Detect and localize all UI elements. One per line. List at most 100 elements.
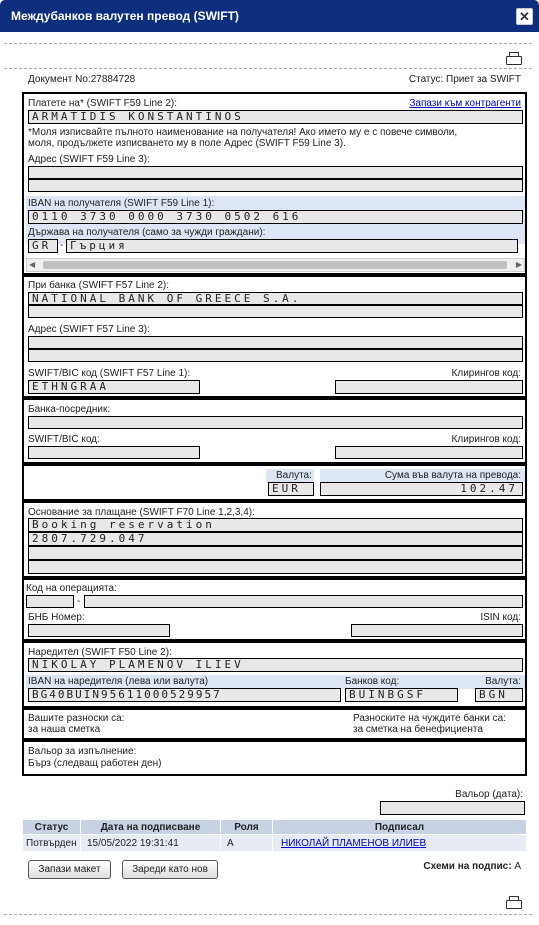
beneficiary-section: Платете на* (SWIFT F59 Line 2): Запази к… bbox=[22, 92, 527, 275]
beneficiary-name-field[interactable]: ARMATIDIS KONSTANTINOS bbox=[28, 110, 523, 124]
scrollbar-thumb[interactable] bbox=[43, 261, 507, 269]
bank-address-label: Адрес (SWIFT F57 Line 3): bbox=[28, 324, 150, 335]
value-date-date-field[interactable] bbox=[380, 801, 525, 815]
bnb-number-field[interactable] bbox=[28, 624, 170, 637]
reason-line-2[interactable]: 2807.729.047 bbox=[28, 532, 523, 546]
bank-name-field[interactable]: NATIONAL BANK OF GREECE S.A. bbox=[28, 292, 523, 305]
reason-section: Основание за плащане (SWIFT F70 Line 1,2… bbox=[22, 501, 527, 578]
operation-code-field-2[interactable] bbox=[84, 595, 523, 608]
bank-code-field[interactable]: BUINBGSF bbox=[345, 688, 458, 702]
bnb-number-label: БНБ Номер: bbox=[28, 612, 85, 623]
signature-role: A bbox=[220, 834, 273, 852]
foreign-fees-label: Разноските на чуждите банки са: bbox=[353, 713, 506, 724]
beneficiary-address-field-2[interactable] bbox=[28, 179, 523, 192]
bank-bic-label: SWIFT/BIC код (SWIFT F57 Line 1): bbox=[28, 368, 191, 379]
signature-status: Потвърден bbox=[22, 834, 81, 852]
load-as-new-button[interactable]: Зареди като нов bbox=[122, 860, 218, 879]
bank-name-field-2[interactable] bbox=[28, 305, 523, 318]
beneficiary-address-field-1[interactable] bbox=[28, 166, 523, 179]
intermediary-clearing-label: Клирингов код: bbox=[451, 434, 521, 445]
scroll-left-icon[interactable]: ◀ bbox=[29, 260, 35, 269]
intermediary-section: Банка-посредник: SWIFT/BIC код: Клиринго… bbox=[22, 398, 527, 464]
orderer-iban-label: IBAN на наредителя (лева или валута) bbox=[28, 676, 209, 687]
country-name-field[interactable]: Гърция bbox=[66, 239, 518, 253]
beneficiary-iban-label: IBAN на получателя (SWIFT F59 Line 1): bbox=[28, 198, 215, 209]
operation-code-field-1[interactable] bbox=[26, 595, 74, 608]
beneficiary-iban-field[interactable]: 0110 3730 0000 3730 0502 616 bbox=[28, 210, 523, 224]
beneficiary-note-1: *Моля изписвайте пълното наименование на… bbox=[28, 127, 458, 138]
bank-bic-field[interactable]: ETHNGRAA bbox=[28, 380, 200, 394]
beneficiary-country-label: Държава на получателя (само за чужди гра… bbox=[28, 227, 266, 238]
orderer-currency-label: Валута: bbox=[485, 676, 521, 687]
divider bbox=[4, 68, 532, 69]
currency-field[interactable]: EUR bbox=[268, 482, 314, 496]
operation-code-separator: - bbox=[77, 596, 81, 607]
bank-address-field-2[interactable] bbox=[28, 349, 523, 362]
isin-field[interactable] bbox=[351, 624, 523, 637]
country-separator: - bbox=[60, 240, 64, 251]
bank-name-label: При банка (SWIFT F57 Line 2): bbox=[28, 280, 170, 291]
orderer-currency-field[interactable]: BGN bbox=[475, 688, 523, 702]
orderer-section: Наредител (SWIFT F50 Line 2): NIKOLAY PL… bbox=[22, 641, 527, 708]
amount-section: Валута: Сума във валута на превода: EUR … bbox=[22, 464, 527, 501]
bank-clearing-field[interactable] bbox=[335, 380, 523, 394]
orderer-iban-field[interactable]: BG40BUIN95611000529957 bbox=[28, 688, 341, 702]
save-to-contragents-link[interactable]: Запази към контрагенти bbox=[409, 98, 521, 109]
horizontal-scrollbar[interactable]: ◀ ▶ bbox=[26, 258, 525, 272]
reason-line-1[interactable]: Booking reservation bbox=[28, 518, 523, 532]
beneficiary-name-label: Платете на* (SWIFT F59 Line 2): bbox=[28, 98, 178, 109]
intermediary-label: Банка-посредник: bbox=[28, 404, 111, 415]
foreign-fees-value: за сметка на бенефициента bbox=[353, 724, 483, 735]
intermediary-field[interactable] bbox=[28, 416, 523, 429]
print-icon-bottom[interactable] bbox=[506, 896, 522, 909]
window-title: Междубанков валутен превод (SWIFT) bbox=[11, 9, 239, 23]
table-header-row: Статус Дата на подписване Роля Подписал bbox=[22, 819, 527, 835]
document-status: Статус: Приет за SWIFT bbox=[408, 74, 521, 85]
reason-line-4[interactable] bbox=[28, 560, 523, 574]
value-date-section: Вальор за изпълнение: Бърз (следващ рабо… bbox=[22, 740, 527, 776]
isin-label: ISIN код: bbox=[480, 612, 521, 623]
orderer-name-field[interactable]: NIKOLAY PLAMENOV ILIEV bbox=[28, 658, 523, 672]
window-titlebar: Междубанков валутен превод (SWIFT) bbox=[0, 0, 539, 32]
currency-label: Валута: bbox=[276, 470, 312, 481]
signer-link[interactable]: НИКОЛАЙ ПЛАМЕНОВ ИЛИЕВ bbox=[272, 834, 527, 852]
signatures-table: Статус Дата на подписване Роля Подписал … bbox=[22, 819, 527, 852]
country-code-field[interactable]: GR bbox=[28, 239, 58, 253]
divider bbox=[4, 914, 532, 915]
value-date-date-label: Вальор (дата): bbox=[455, 789, 523, 800]
column-header-date: Дата на подписване bbox=[80, 819, 221, 835]
operation-section: Код на операцията: - БНБ Номер: ISIN код… bbox=[22, 578, 527, 641]
own-fees-value: за наша сметка bbox=[28, 724, 101, 735]
bank-section: При банка (SWIFT F57 Line 2): NATIONAL B… bbox=[22, 275, 527, 398]
amount-label: Сума във валута на превода: bbox=[384, 470, 521, 481]
column-header-role: Роля bbox=[220, 819, 273, 835]
intermediary-bic-field[interactable] bbox=[28, 446, 200, 459]
scroll-right-icon[interactable]: ▶ bbox=[516, 260, 522, 269]
intermediary-clearing-field[interactable] bbox=[335, 446, 523, 459]
bank-clearing-label: Клирингов код: bbox=[451, 368, 521, 379]
table-row: Потвърден 15/05/2022 19:31:41 A НИКОЛАЙ … bbox=[22, 834, 527, 852]
reason-label: Основание за плащане (SWIFT F70 Line 1,2… bbox=[28, 507, 255, 518]
divider bbox=[4, 43, 532, 44]
beneficiary-note-2: моля, продължете изписването му в поле А… bbox=[28, 138, 346, 149]
own-fees-label: Вашите разноски са: bbox=[28, 713, 125, 724]
value-date-value: Бърз (следващ работен ден) bbox=[28, 758, 162, 769]
close-icon[interactable]: ✕ bbox=[516, 8, 533, 25]
bank-address-field-1[interactable] bbox=[28, 336, 523, 349]
signature-date: 15/05/2022 19:31:41 bbox=[80, 834, 221, 852]
column-header-status: Статус bbox=[22, 819, 81, 835]
bank-code-label: Банков код: bbox=[345, 676, 400, 687]
operation-code-label: Код на операцията: bbox=[26, 583, 117, 594]
amount-field[interactable]: 102.47 bbox=[320, 482, 523, 496]
save-template-button[interactable]: Запази макет bbox=[28, 860, 111, 879]
orderer-label: Наредител (SWIFT F50 Line 2): bbox=[28, 647, 172, 658]
intermediary-bic-label: SWIFT/BIC код: bbox=[28, 434, 100, 445]
print-icon[interactable] bbox=[506, 52, 522, 65]
document-number: Документ No:27884728 bbox=[28, 74, 136, 85]
reason-line-3[interactable] bbox=[28, 546, 523, 560]
fees-section: Вашите разноски са: за наша сметка Разно… bbox=[22, 708, 527, 740]
column-header-signer: Подписал bbox=[272, 819, 527, 835]
beneficiary-address-label: Адрес (SWIFT F59 Line 3): bbox=[28, 154, 150, 165]
value-date-label: Вальор за изпълнение: bbox=[28, 746, 137, 757]
signature-schemes: Схеми на подпис: A bbox=[423, 861, 521, 872]
